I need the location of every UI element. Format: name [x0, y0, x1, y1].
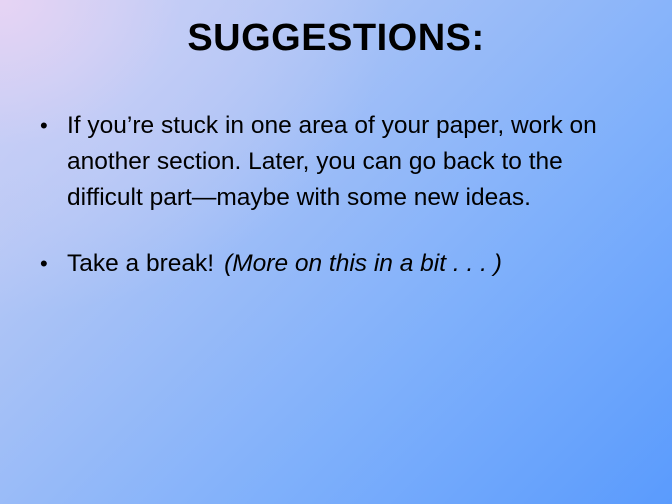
bullet-text-break: Take a break!: [67, 250, 215, 277]
bullet-item-break: • Take a break! (More on this in a bit . …: [38, 246, 638, 282]
bullet-text-stuck: If you’re stuck in one area of your pape…: [67, 112, 597, 211]
slide-title: SUGGESTIONS:: [187, 17, 485, 59]
bullet-list: • If you’re stuck in one area of your pa…: [38, 108, 638, 282]
bullet-note-break: (More on this in a bit . . . ): [224, 250, 502, 277]
bullet-item-stuck: • If you’re stuck in one area of your pa…: [38, 108, 638, 216]
bullet-dot-icon: •: [40, 251, 48, 276]
bullet-dot-icon: •: [40, 113, 48, 138]
